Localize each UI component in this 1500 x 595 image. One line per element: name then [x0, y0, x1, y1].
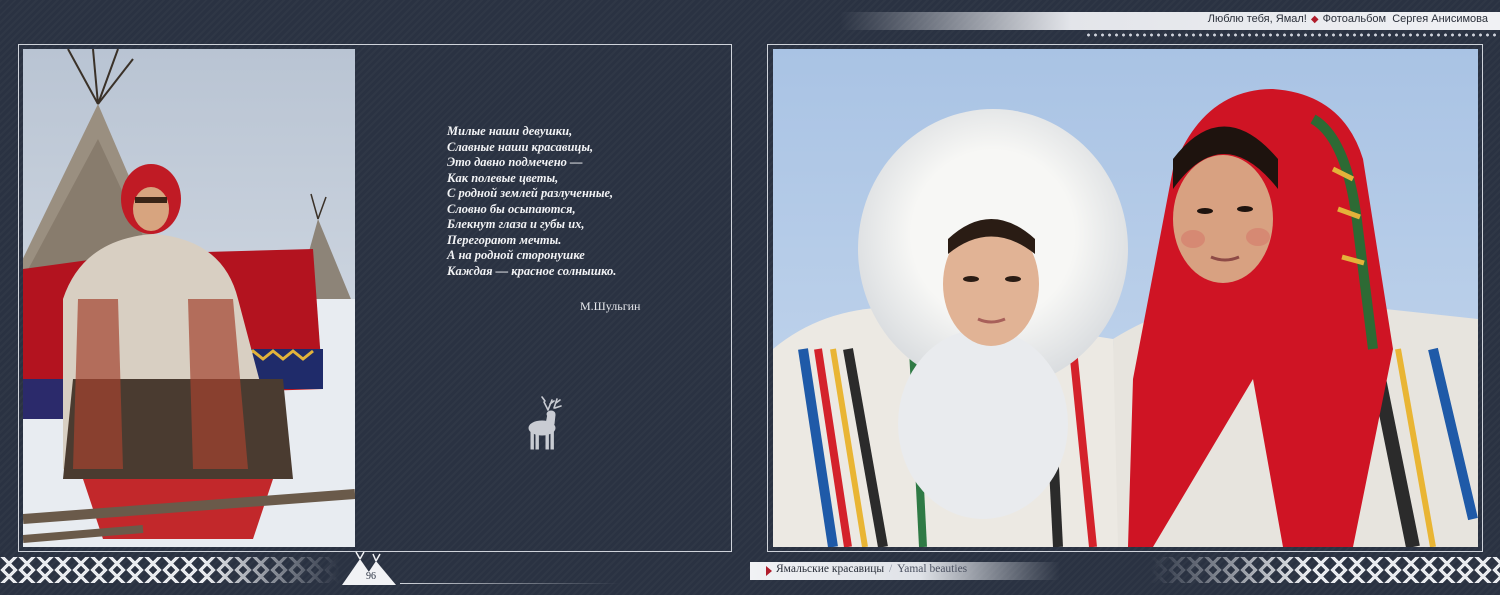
header-bar: Люблю тебя, Ямал! ◆ Фотоальбом Сергея Анис… [840, 12, 1500, 30]
photo-caption: Ямальские красавицы / Yamal beauties [776, 563, 967, 575]
poem-line: Славные наши красавицы, [447, 139, 594, 154]
album-subtitle: Фотоальбом Сергея Анисимова [1322, 13, 1488, 25]
caption-en: Yamal beauties [897, 563, 968, 575]
poem-line: Перегорают мечты. [447, 232, 562, 247]
caption-arrow-icon [766, 566, 772, 576]
poem-line: Милые наши девушки, [447, 124, 573, 138]
caption-ru: Ямальские красавицы [776, 563, 885, 575]
ornament-left [0, 557, 340, 583]
right-photo [773, 49, 1478, 547]
caption-separator: / [889, 563, 893, 575]
poem-line: Словно бы осыпаются, [447, 201, 576, 216]
diamond-icon: ◆ [1310, 14, 1319, 25]
poem-line: Как полевые цветы, [447, 170, 559, 185]
header-dots-divider [1085, 33, 1500, 37]
header-text: Люблю тебя, Ямал! ◆ Фотоальбом Сергея Анис… [1208, 13, 1488, 25]
bottom-divider [400, 583, 620, 584]
poem-author: М.Шульгин [580, 299, 641, 313]
poem-line: А на родной сторонушке [447, 248, 585, 262]
left-photo [23, 49, 355, 547]
page-number: 96 [366, 571, 376, 582]
poem-line: С родной землей разлученные, [447, 186, 614, 200]
poem-line: Это давно подмечено — [447, 155, 583, 169]
poem: Милые наши девушки, Славные наши красави… [447, 124, 707, 279]
poem-line: Блекнут глаза и губы их, [447, 217, 585, 231]
album-title: Люблю тебя, Ямал! [1207, 13, 1307, 25]
poem-line: Каждая — красное солнышко. [447, 263, 617, 278]
ornament-right [1150, 557, 1500, 583]
reindeer-icon [528, 396, 562, 450]
